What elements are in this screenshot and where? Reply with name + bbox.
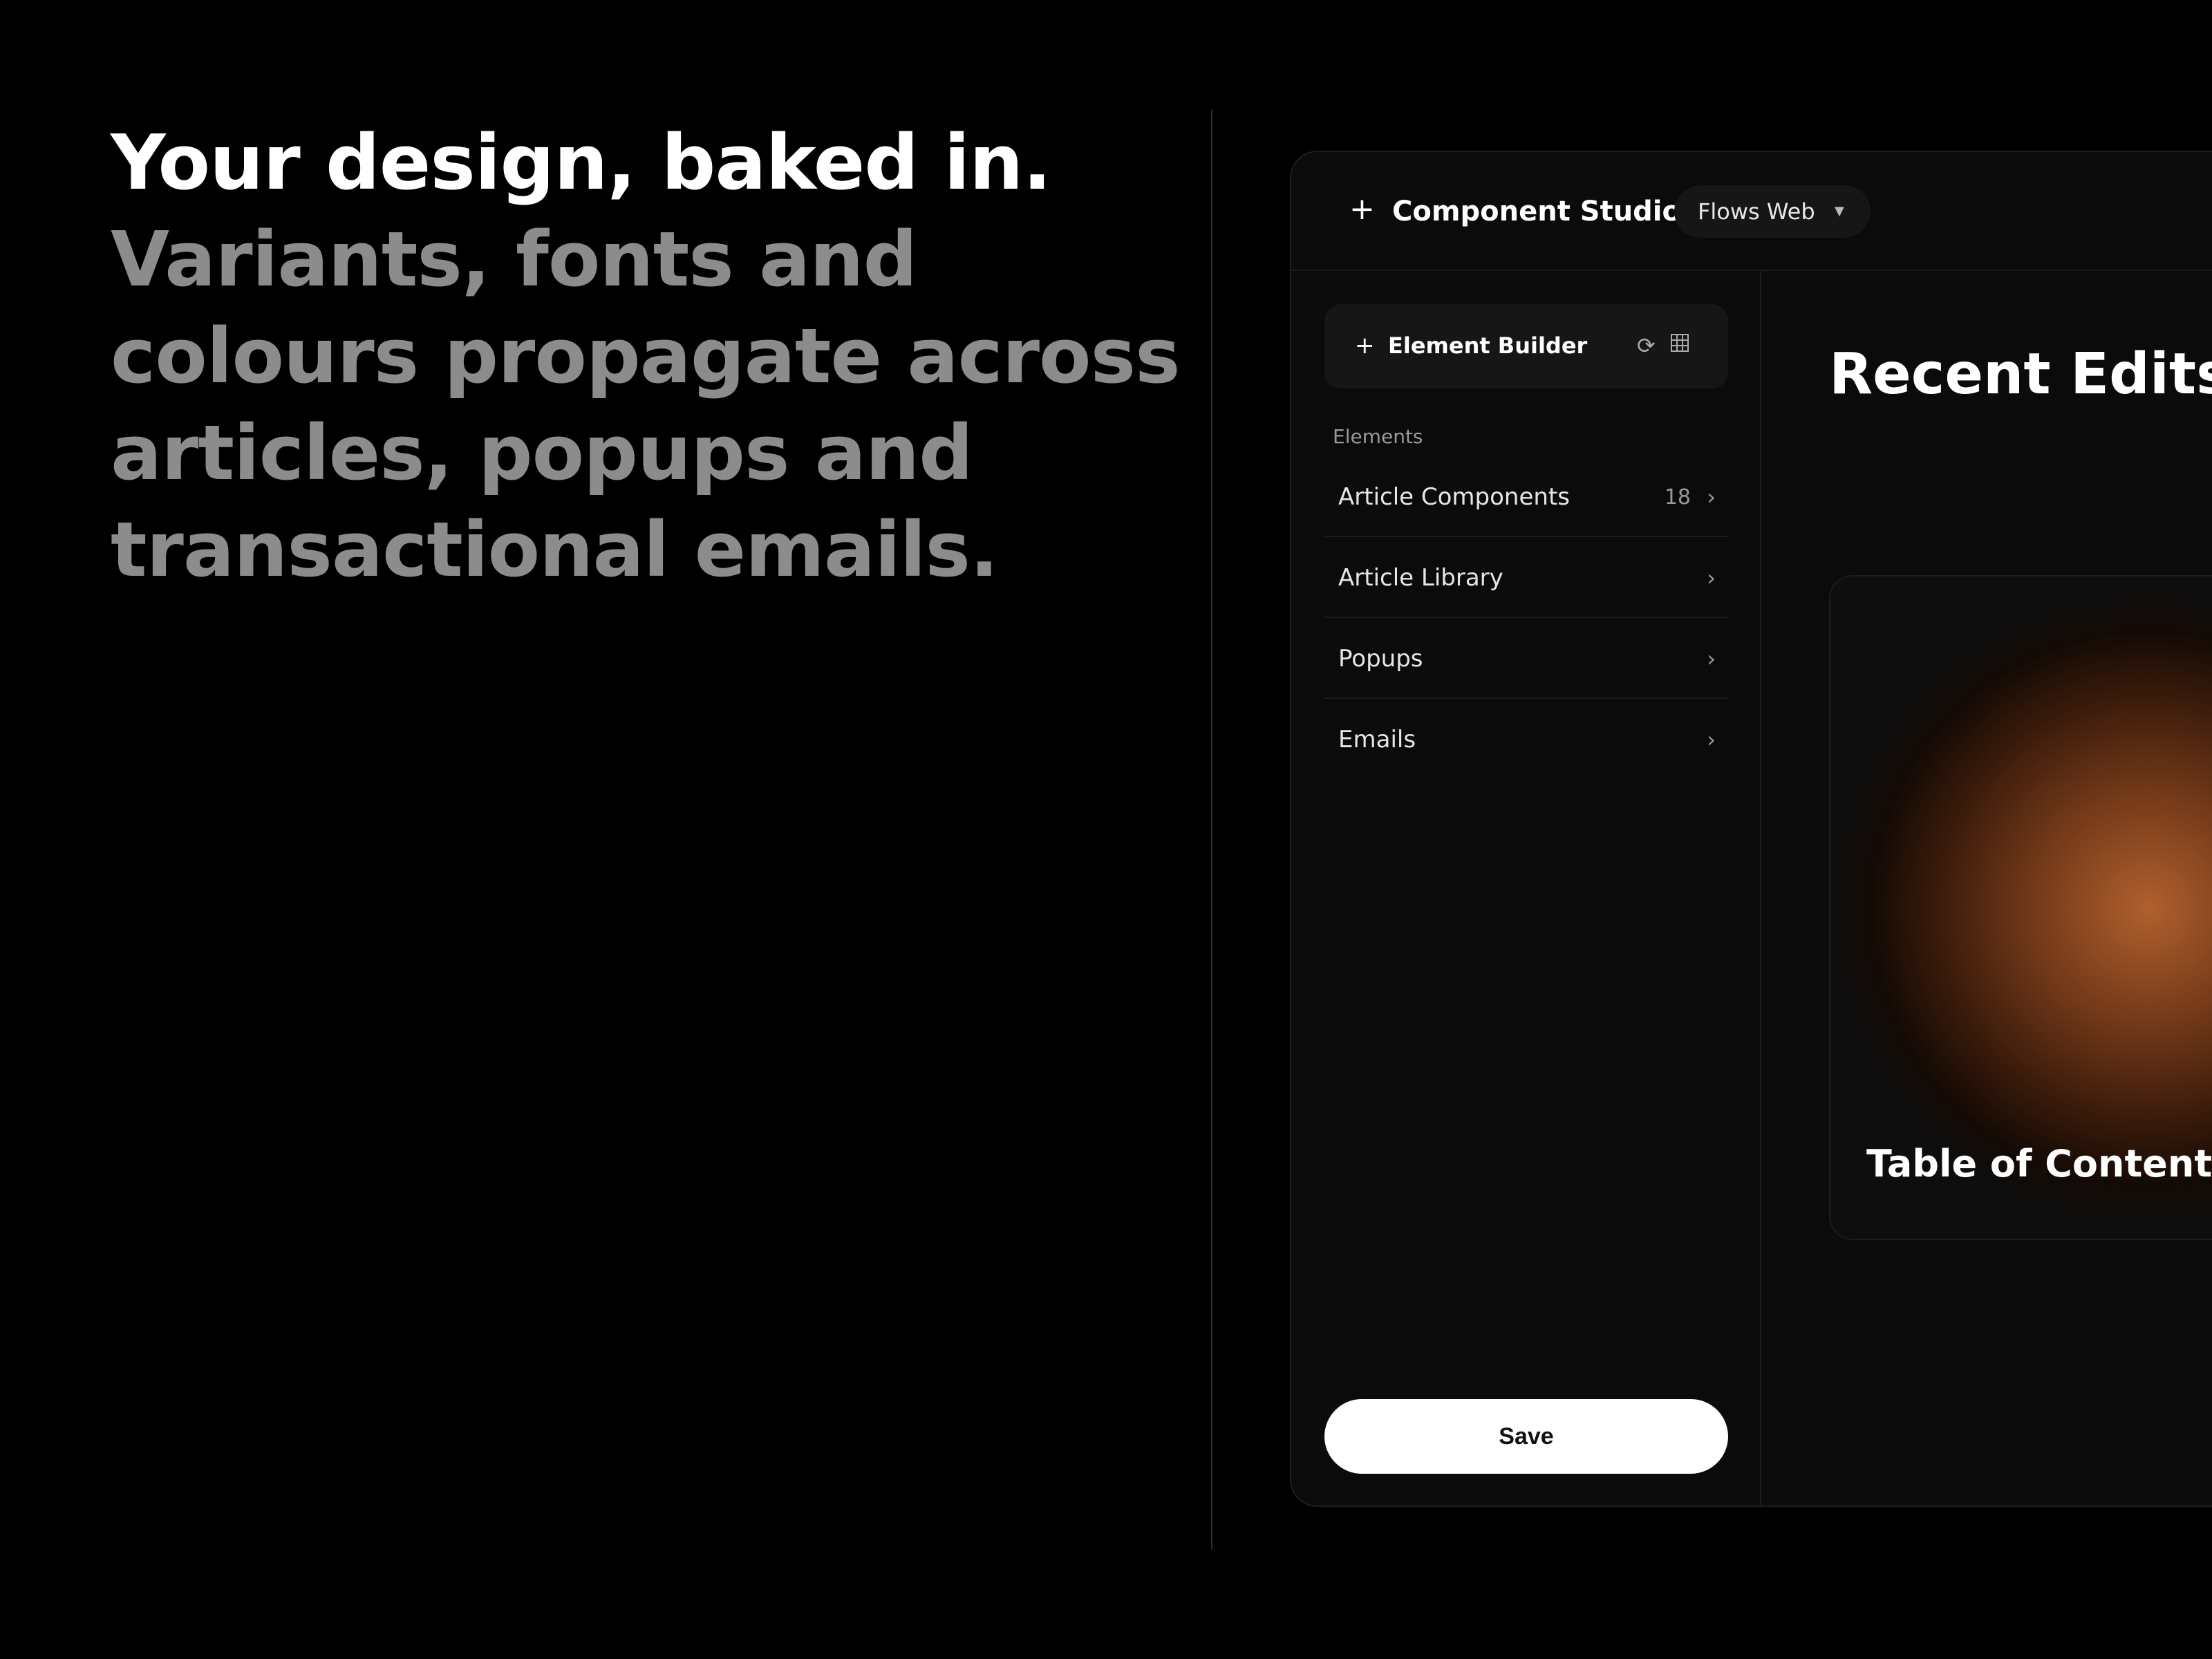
card-preview-gradient [1830,577,2212,1239]
app-topbar: + Component Studio Flows Web ▼ [1291,152,2212,271]
sidebar-item-emails[interactable]: Emails › [1324,699,1728,780]
chevron-right-icon: › [1707,727,1716,753]
sidebar-item-popups[interactable]: Popups › [1324,618,1728,699]
refresh-icon[interactable]: ⟳ [1637,332,1656,359]
grid-icon[interactable] [1670,333,1689,353]
vertical-divider [1211,109,1212,1550]
sidebar: + Element Builder ⟳ Elements Article Com… [1291,271,1761,1506]
project-selector[interactable]: Flows Web ▼ [1674,185,1871,238]
app-title: Component Studio [1392,196,1681,227]
page-title: Recent Edits [1829,341,2212,407]
chevron-right-icon: › [1707,565,1716,591]
hero-section: Your design, baked in. Variants, fonts a… [111,114,1189,598]
sidebar-item-label: Article Components [1338,483,1570,511]
item-count-badge: 18 [1664,485,1691,509]
chevron-right-icon: › [1707,484,1716,510]
elements-section-label: Elements [1333,425,1423,448]
plus-icon[interactable]: + [1349,192,1375,227]
save-button-label: Save [1499,1423,1554,1450]
sidebar-item-article-components[interactable]: Article Components 18 › [1324,456,1728,537]
recent-edit-card[interactable]: Table of Contents [1829,575,2212,1240]
save-button[interactable]: Save [1324,1399,1728,1474]
plus-icon[interactable]: + [1355,332,1375,359]
app-window: + Component Studio Flows Web ▼ + Element… [1290,151,2212,1507]
chevron-right-icon: › [1707,646,1716,672]
card-title: Table of Contents [1866,1142,2212,1185]
caret-down-icon: ▼ [1835,204,1844,218]
sidebar-item-label: Popups [1338,645,1423,673]
hero-subheadline: Variants, fonts and colours propagate ac… [111,215,1181,594]
elements-list: Article Components 18 › Article Library … [1324,456,1728,780]
project-selector-value: Flows Web [1698,198,1815,225]
sidebar-item-label: Emails [1338,726,1416,753]
sidebar-item-label: Article Library [1338,564,1503,592]
sidebar-item-article-library[interactable]: Article Library › [1324,537,1728,618]
hero-headline: Your design, baked in. [111,118,1051,207]
element-builder-label: Element Builder [1388,332,1588,359]
main-content: Recent Edits Table of Contents [1763,271,2212,1506]
hero-heading: Your design, baked in. Variants, fonts a… [111,114,1189,598]
element-builder-panel[interactable]: + Element Builder ⟳ [1324,304,1728,388]
